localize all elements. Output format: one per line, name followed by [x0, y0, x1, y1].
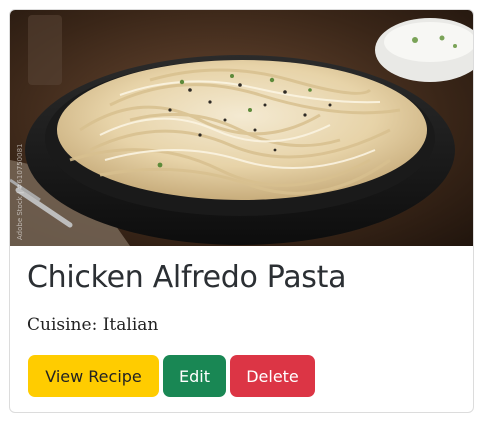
view-recipe-button[interactable]: View Recipe [28, 355, 159, 397]
recipe-photo: Adobe Stock | #610750081 [10, 10, 473, 246]
recipe-title: Chicken Alfredo Pasta [27, 260, 347, 295]
delete-button[interactable]: Delete [230, 355, 315, 397]
svg-text:Adobe Stock | #610750081: Adobe Stock | #610750081 [16, 144, 24, 241]
edit-button[interactable]: Edit [163, 355, 226, 397]
recipe-cuisine: Cuisine: Italian [27, 315, 159, 335]
recipe-card: Adobe Stock | #610750081 Chicken Alfredo… [9, 9, 474, 413]
